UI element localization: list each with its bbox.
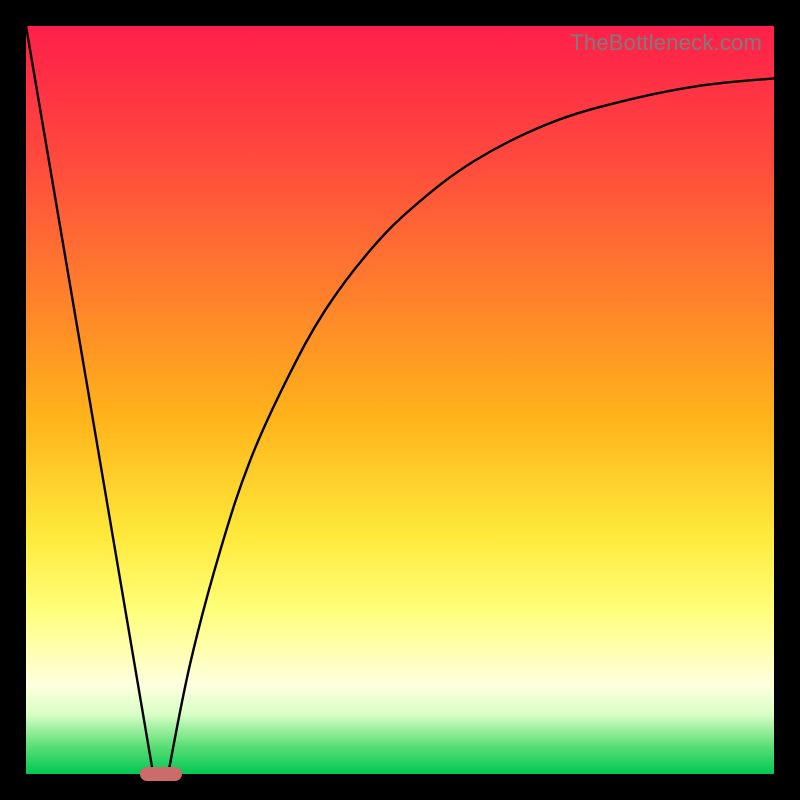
bottleneck-marker [140, 767, 182, 781]
chart-frame: TheBottleneck.com [0, 0, 800, 800]
right-curve-path [168, 78, 774, 774]
chart-plot-area: TheBottleneck.com [26, 26, 774, 774]
left-line-path [26, 26, 153, 774]
chart-curves [26, 26, 774, 774]
